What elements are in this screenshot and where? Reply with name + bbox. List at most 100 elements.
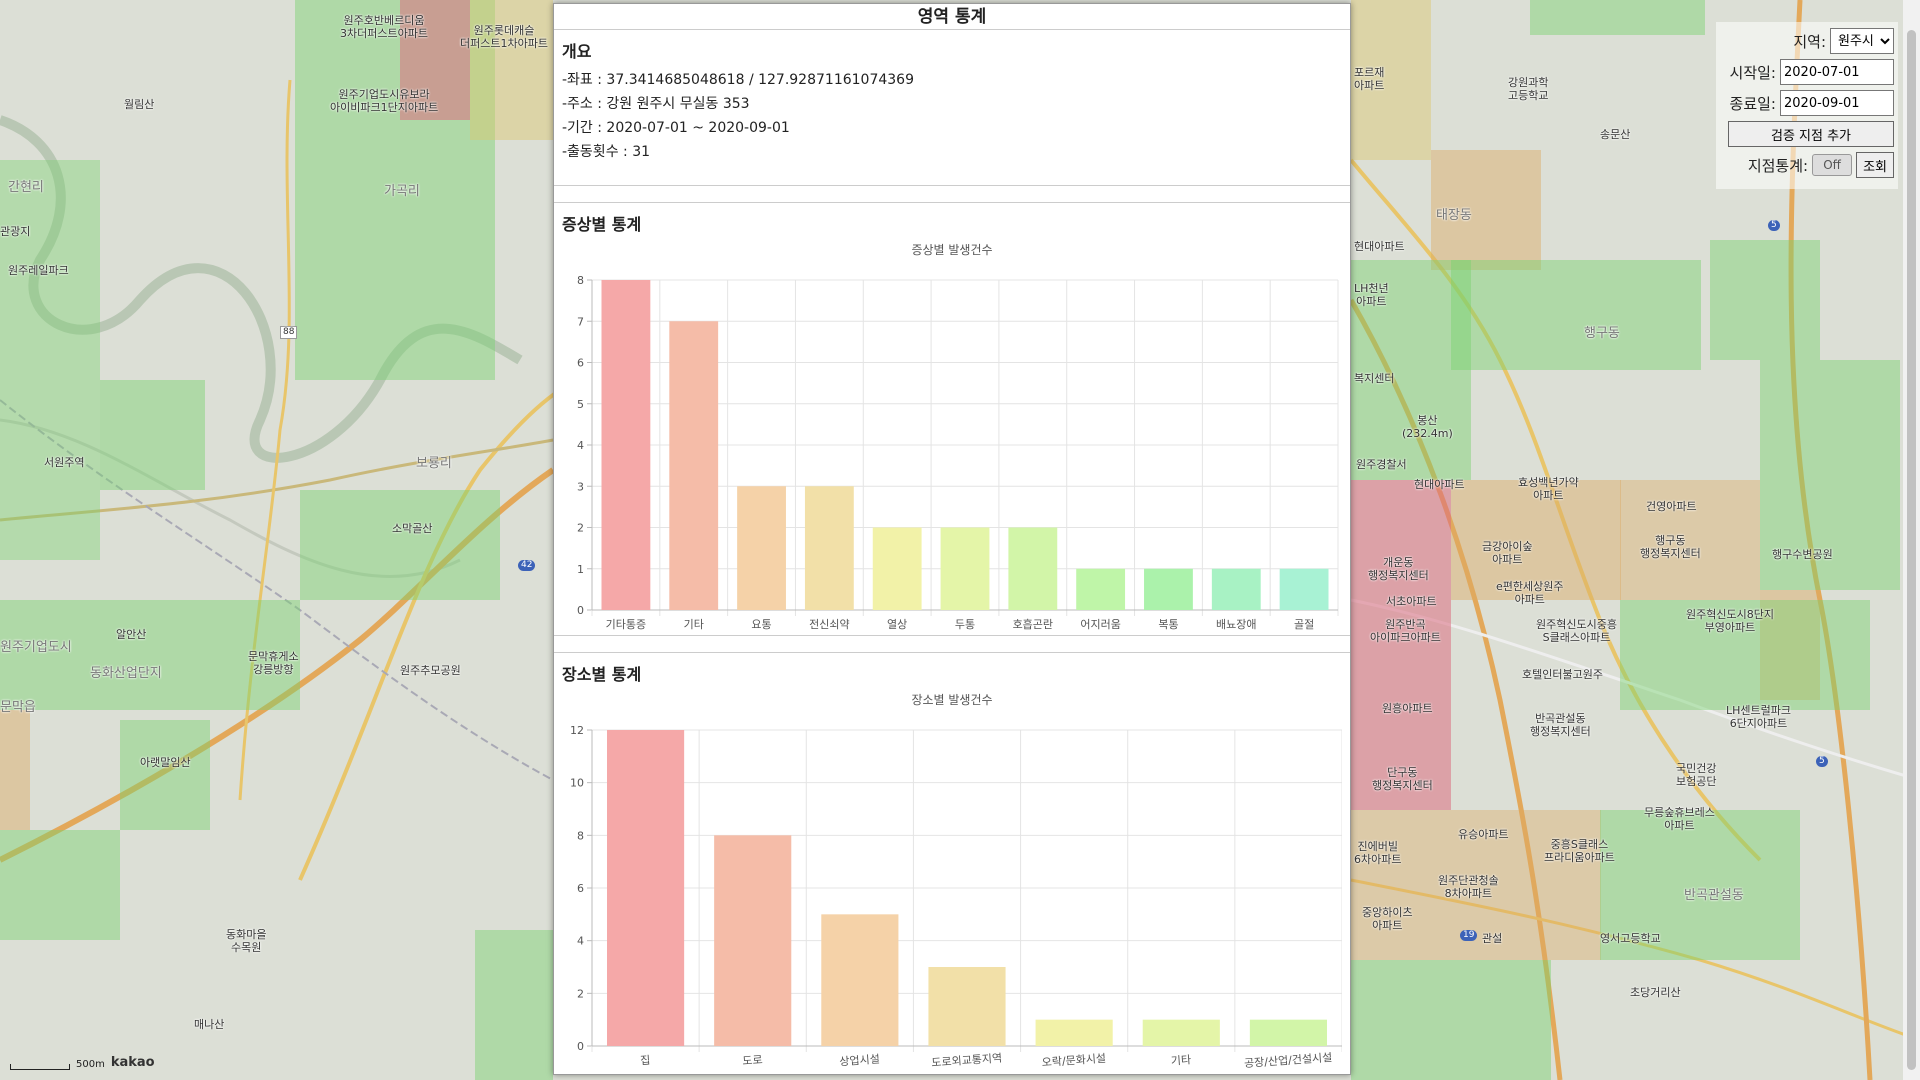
y-tick-label: 0 bbox=[577, 1040, 584, 1053]
end-date-input[interactable] bbox=[1780, 90, 1894, 116]
map-label: e편한세상원주 아파트 bbox=[1496, 580, 1564, 607]
x-tick-label: 요통 bbox=[751, 618, 771, 631]
road-number: 5 bbox=[1816, 756, 1828, 767]
x-tick-label: 어지러움 bbox=[1080, 618, 1120, 631]
x-tick-label: 공장/산업/건설시설 bbox=[1244, 1051, 1333, 1070]
y-tick-label: 12 bbox=[570, 724, 584, 737]
y-tick-label: 6 bbox=[577, 882, 584, 895]
map-label: 반곡관설동 행정복지센터 bbox=[1530, 712, 1591, 739]
map-label: 원주반곡 아이파크아파트 bbox=[1370, 618, 1441, 645]
x-tick-label: 두통 bbox=[955, 618, 975, 631]
bar bbox=[872, 527, 922, 610]
y-tick-label: 10 bbox=[570, 777, 584, 790]
y-tick-label: 2 bbox=[577, 987, 584, 1000]
region-label: 간현리 bbox=[8, 180, 44, 195]
modal-title: 영역 통계 bbox=[554, 4, 1350, 30]
map-label: 영서고등학교 bbox=[1600, 932, 1661, 945]
map-label: 원주기업도시유보라 아이비파크1단지아파트 bbox=[330, 88, 439, 115]
x-tick-label: 열상 bbox=[887, 618, 907, 631]
map-label: 매나산 bbox=[194, 1018, 225, 1031]
map-label: 소막골산 bbox=[392, 522, 433, 535]
x-tick-label: 도로 bbox=[742, 1053, 763, 1067]
start-date-label: 시작일: bbox=[1729, 63, 1776, 82]
y-tick-label: 1 bbox=[577, 563, 584, 576]
region-label: 지역: bbox=[1793, 32, 1826, 51]
bar bbox=[1144, 568, 1193, 610]
map-label: LH센트럴파크 6단지아파트 bbox=[1726, 704, 1791, 731]
bar bbox=[821, 914, 899, 1046]
map-label: 원주혁신도시중흥 S클래스아파트 bbox=[1536, 618, 1617, 645]
dispatch-count-text: -출동횟수 : 31 bbox=[562, 144, 651, 160]
map-label: 동화마을 수목원 bbox=[226, 928, 267, 955]
region-label: 문막읍 bbox=[0, 700, 36, 715]
bar bbox=[669, 321, 719, 610]
query-button[interactable]: 조회 bbox=[1856, 152, 1894, 178]
y-tick-label: 8 bbox=[577, 829, 584, 842]
map-label: 원주단관청솔 8차아파트 bbox=[1438, 874, 1499, 901]
scale-bar bbox=[10, 1064, 70, 1070]
point-stats-toggle[interactable]: Off bbox=[1812, 154, 1853, 176]
region-label: 동화산업단지 bbox=[90, 666, 162, 681]
region-label: 태장동 bbox=[1436, 208, 1472, 223]
bar bbox=[1279, 568, 1329, 610]
y-tick-label: 0 bbox=[577, 604, 584, 617]
symptom-chart-title: 증상별 발생건수 bbox=[911, 243, 993, 257]
map-label: 관광지 bbox=[0, 225, 31, 238]
x-tick-label: 도로외교통지역 bbox=[931, 1052, 1003, 1070]
bar bbox=[1076, 568, 1126, 610]
add-point-button[interactable]: 검증 지점 추가 bbox=[1728, 121, 1894, 147]
map-label: 단구동 행정복지센터 bbox=[1372, 766, 1433, 793]
road-number: 88 bbox=[280, 326, 298, 339]
region-select[interactable]: 원주시 bbox=[1830, 28, 1894, 54]
map-scale: 500m kakao bbox=[10, 1055, 155, 1070]
map-label: 원주경찰서 bbox=[1356, 458, 1407, 471]
map-label: 복지센터 bbox=[1354, 372, 1395, 385]
bar bbox=[940, 527, 990, 610]
map-label: 행구수변공원 bbox=[1772, 548, 1833, 561]
y-tick-label: 3 bbox=[577, 480, 584, 493]
map-label: 유승아파트 bbox=[1458, 828, 1509, 841]
map-label: 봉산 (232.4m) bbox=[1402, 414, 1453, 441]
map-label: 아랫말임산 bbox=[140, 756, 191, 769]
x-tick-label: 기타 bbox=[1170, 1053, 1191, 1067]
map-label: 호텔인터불고원주 bbox=[1522, 668, 1603, 681]
start-date-input[interactable] bbox=[1780, 59, 1894, 85]
region-label: 보룡리 bbox=[416, 456, 452, 471]
road-number: 5 bbox=[1768, 220, 1780, 231]
map-label: 송문산 bbox=[1600, 128, 1631, 141]
map-label: 무릉숲휴브레스 아파트 bbox=[1644, 806, 1715, 833]
x-tick-label: 골절 bbox=[1294, 618, 1314, 631]
page-scrollbar[interactable] bbox=[1903, 0, 1920, 1080]
region-label: 반곡관설동 bbox=[1684, 888, 1744, 903]
road-number: 19 bbox=[1460, 930, 1478, 941]
symptom-section: 증상별 통계 증상별 발생건수 0 1 2 3 4 5 6 7 8 기타통증 기타 요통 전신쇠약 열상 두… bbox=[554, 202, 1350, 636]
x-tick-label: 배뇨장애 bbox=[1216, 618, 1256, 631]
symptom-heading: 증상별 통계 bbox=[562, 215, 642, 234]
map-label: 건영아파트 bbox=[1646, 500, 1697, 513]
y-tick-label: 4 bbox=[577, 935, 584, 948]
place-chart-title: 장소별 발생건수 bbox=[911, 693, 993, 707]
map-label: 행구동 행정복지센터 bbox=[1640, 534, 1701, 561]
region-label: 원주기업도시 bbox=[0, 640, 72, 655]
map-label: 중앙하이츠 아파트 bbox=[1362, 906, 1413, 933]
map-label: 원흥아파트 bbox=[1382, 702, 1433, 715]
region-label: 행구동 bbox=[1584, 326, 1620, 341]
bar bbox=[601, 280, 651, 610]
y-tick-label: 8 bbox=[577, 274, 584, 287]
bar bbox=[607, 730, 685, 1046]
map-label: 현대아파트 bbox=[1354, 240, 1405, 253]
y-tick-label: 7 bbox=[577, 315, 584, 328]
place-section: 장소별 통계 장소별 발생건수 0 2 4 6 8 10 12 집 도로 상업시설 도로외교통지역 오… bbox=[554, 652, 1350, 1074]
x-tick-label: 기타 bbox=[684, 618, 704, 631]
y-tick-label: 6 bbox=[577, 357, 584, 370]
x-tick-label: 집 bbox=[640, 1054, 651, 1068]
x-tick-label: 오락/문화시설 bbox=[1041, 1052, 1106, 1069]
y-tick-label: 5 bbox=[577, 398, 584, 411]
scale-text: 500m bbox=[76, 1059, 105, 1070]
bar bbox=[714, 835, 792, 1046]
scrollbar-thumb[interactable] bbox=[1907, 30, 1916, 1070]
address-text: -주소 : 강원 원주시 무실동 353 bbox=[562, 96, 750, 112]
end-date-label: 종료일: bbox=[1729, 94, 1776, 113]
bar bbox=[1142, 1019, 1220, 1046]
map-label: 국민건강 보험공단 bbox=[1676, 762, 1717, 789]
